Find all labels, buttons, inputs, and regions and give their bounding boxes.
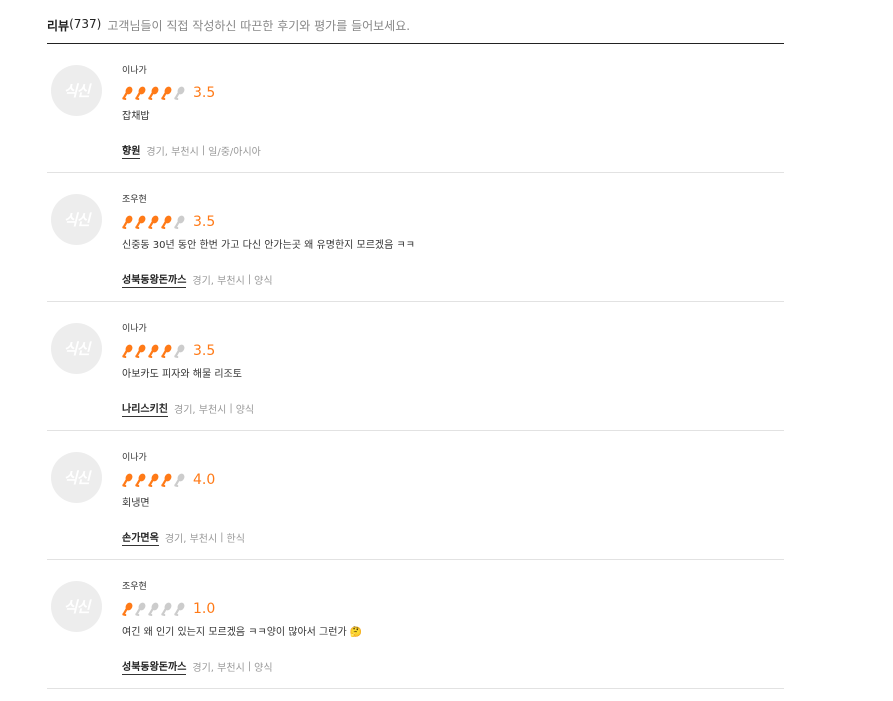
- avatar-text: 식신: [63, 469, 91, 487]
- rating-score: 3.5: [193, 85, 216, 101]
- rating-score: 3.5: [193, 214, 216, 230]
- drumstick-icon: [161, 473, 172, 487]
- restaurant-info: 향원 경기, 부천시 | 일/중/아시아: [122, 142, 784, 159]
- drumstick-icon: [161, 86, 172, 100]
- restaurant-category: 일/중/아시아: [208, 147, 261, 158]
- review-comment: 아보카도 피자와 해물 리조토: [122, 369, 242, 380]
- drumstick-icon: [174, 86, 185, 100]
- restaurant-link[interactable]: 성북동왕돈까스: [122, 271, 187, 288]
- drumstick-icon: [148, 344, 159, 358]
- meta-separator: |: [229, 403, 233, 414]
- meta-separator: |: [201, 145, 206, 156]
- star-rating: [122, 473, 185, 487]
- restaurant-info: 손가면옥 경기, 부천시 | 한식: [122, 529, 784, 546]
- review-user[interactable]: 이나가: [122, 323, 784, 335]
- drumstick-icon: [174, 602, 185, 616]
- review-list: 식신 이나가 3.5 잡채밥 향원 경기, 부천시 | 일/중/아시아 식신 조우현: [47, 44, 784, 689]
- avatar-text: 식신: [63, 211, 91, 229]
- restaurant-info: 나리스키친 경기, 부천시 | 양식: [122, 400, 784, 417]
- review-description: 고객님들이 직접 작성하신 따끈한 후기와 평가를 들어보세요.: [107, 19, 411, 33]
- drumstick-icon: [122, 602, 133, 616]
- review-title: 리뷰: [47, 19, 70, 33]
- restaurant-location: 경기, 부천시: [192, 276, 245, 287]
- drumstick-icon: [135, 344, 146, 358]
- avatar-text: 식신: [63, 340, 91, 358]
- restaurant-location: 경기, 부천시: [164, 534, 218, 545]
- avatar: 식신: [51, 581, 102, 632]
- meta-separator: |: [247, 661, 252, 672]
- drumstick-icon: [148, 215, 159, 229]
- restaurant-category: 양식: [254, 663, 273, 674]
- review-section: 리뷰 (737) 고객님들이 직접 작성하신 따끈한 후기와 평가를 들어보세요…: [47, 0, 784, 689]
- avatar: 식신: [51, 323, 102, 374]
- drumstick-icon: [135, 215, 146, 229]
- review-item: 식신 조우현 3.5 신중동 30년 동안 한번 가고 다신 안가는곳 왜 유명…: [47, 173, 784, 302]
- avatar: 식신: [51, 452, 102, 503]
- restaurant-category: 양식: [254, 276, 273, 287]
- drumstick-icon: [174, 344, 185, 358]
- review-comment: 회냉면: [122, 498, 150, 509]
- drumstick-icon: [135, 473, 146, 487]
- drumstick-icon: [122, 215, 133, 229]
- drumstick-icon: [122, 344, 133, 358]
- star-rating: [122, 344, 185, 358]
- rating-score: 4.0: [193, 472, 216, 488]
- review-item: 식신 이나가 3.5 아보카도 피자와 해물 리조토 나리스키친 경기, 부천시…: [47, 302, 784, 431]
- review-comment: 잡채밥: [122, 111, 150, 122]
- restaurant-category: 양식: [235, 405, 255, 416]
- drumstick-icon: [122, 473, 133, 487]
- rating-score: 1.0: [193, 601, 216, 617]
- review-user[interactable]: 조우현: [122, 581, 784, 593]
- review-count: (737): [69, 17, 102, 31]
- review-user[interactable]: 이나가: [122, 65, 784, 77]
- restaurant-location: 경기, 부천시: [146, 147, 199, 158]
- review-item: 식신 이나가 4.0 회냉면 손가면옥 경기, 부천시 | 한식: [47, 431, 784, 560]
- drumstick-icon: [161, 215, 172, 229]
- restaurant-link[interactable]: 성북동왕돈까스: [122, 658, 187, 675]
- restaurant-category: 한식: [226, 534, 245, 545]
- meta-separator: |: [247, 274, 252, 285]
- review-comment: 신중동 30년 동안 한번 가고 다신 안가는곳 왜 유명한지 모르겠음 ㅋㅋ: [122, 240, 415, 251]
- drumstick-icon: [174, 215, 185, 229]
- restaurant-info: 성북동왕돈까스 경기, 부천시 | 양식: [122, 271, 784, 288]
- drumstick-icon: [161, 602, 172, 616]
- review-item: 식신 이나가 3.5 잡채밥 향원 경기, 부천시 | 일/중/아시아: [47, 44, 784, 173]
- avatar: 식신: [51, 194, 102, 245]
- drumstick-icon: [135, 86, 146, 100]
- drumstick-icon: [161, 344, 172, 358]
- avatar-text: 식신: [63, 598, 91, 616]
- drumstick-icon: [122, 86, 133, 100]
- restaurant-link[interactable]: 손가면옥: [122, 529, 159, 546]
- restaurant-info: 성북동왕돈까스 경기, 부천시 | 양식: [122, 658, 784, 675]
- restaurant-location: 경기, 부천시: [174, 405, 227, 416]
- drumstick-icon: [148, 473, 159, 487]
- review-user[interactable]: 조우현: [122, 194, 784, 206]
- restaurant-link[interactable]: 나리스키친: [122, 400, 168, 417]
- avatar: 식신: [51, 65, 102, 116]
- drumstick-icon: [174, 473, 185, 487]
- rating-score: 3.5: [193, 343, 216, 359]
- review-user[interactable]: 이나가: [122, 452, 784, 464]
- drumstick-icon: [148, 602, 159, 616]
- star-rating: [122, 86, 185, 100]
- review-header: 리뷰 (737) 고객님들이 직접 작성하신 따끈한 후기와 평가를 들어보세요…: [47, 0, 784, 44]
- star-rating: [122, 215, 185, 229]
- drumstick-icon: [148, 86, 159, 100]
- review-item: 식신 조우현 1.0 여긴 왜 인기 있는지 모르겠음 ㅋㅋ양이 많아서 그런가…: [47, 560, 784, 689]
- avatar-text: 식신: [63, 82, 91, 100]
- restaurant-link[interactable]: 향원: [122, 142, 141, 159]
- meta-separator: |: [220, 532, 224, 543]
- drumstick-icon: [135, 602, 146, 616]
- star-rating: [122, 602, 185, 616]
- review-comment: 여긴 왜 인기 있는지 모르겠음 ㅋㅋ양이 많아서 그런가 🤔: [122, 627, 363, 638]
- restaurant-location: 경기, 부천시: [192, 663, 245, 674]
